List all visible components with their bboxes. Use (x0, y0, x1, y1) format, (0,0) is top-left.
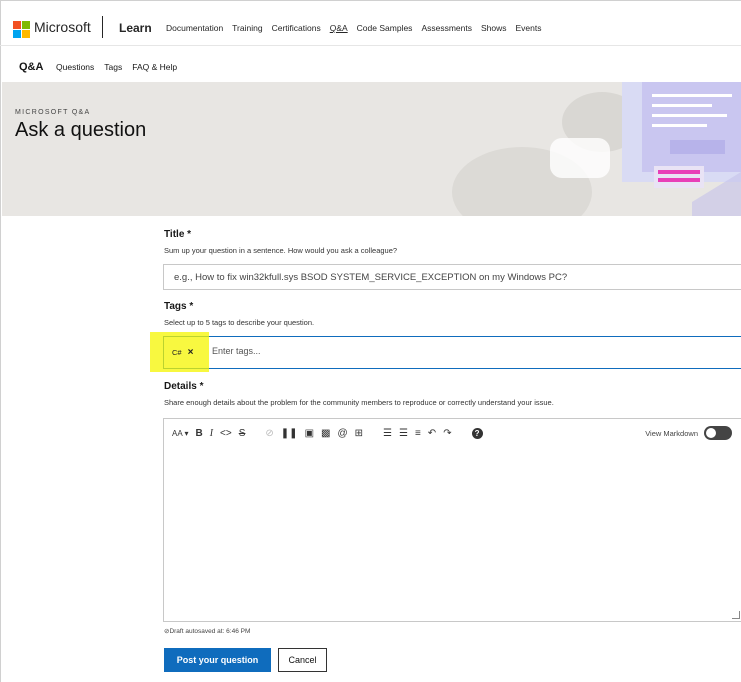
title-hint: Sum up your question in a sentence. How … (164, 246, 398, 255)
view-markdown-label: View Markdown (645, 428, 698, 438)
microsoft-logo-icon[interactable] (13, 21, 30, 38)
draft-status-text: Draft autosaved at: 6:46 PM (169, 628, 251, 635)
nav-code-samples[interactable]: Code Samples (357, 23, 413, 33)
undo-icon[interactable]: ↶ (428, 428, 436, 439)
numbered-list-icon[interactable]: ☰ (383, 428, 392, 439)
hero-banner: MICROSOFT Q&A Ask a question (2, 82, 741, 216)
subnav-links: Questions Tags FAQ & Help (56, 62, 177, 72)
view-markdown-control[interactable]: View Markdown (645, 426, 732, 440)
subnav-questions[interactable]: Questions (56, 62, 94, 72)
redo-icon[interactable]: ↷ (443, 428, 451, 439)
nav-documentation[interactable]: Documentation (166, 23, 223, 33)
tag-remove-icon[interactable]: × (188, 347, 194, 358)
post-question-button[interactable]: Post your question (164, 648, 271, 672)
page-title: Ask a question (15, 119, 147, 141)
tags-label: Tags * (164, 301, 194, 312)
editor-toolbar: AA ▾ B I <> S ⊘ ❚❚ ▣ ▩ @ ⊞ ☰ ☰ ≡ ↶ ↷ ? (172, 428, 483, 439)
code-icon[interactable]: <> (220, 428, 232, 439)
font-size-icon[interactable]: AA ▾ (172, 429, 188, 438)
quote-icon[interactable]: ❚❚ (281, 428, 298, 439)
tags-hint: Select up to 5 tags to describe your que… (164, 318, 315, 327)
top-navigation: Microsoft Learn Documentation Training C… (0, 0, 741, 46)
table-icon[interactable]: ⊞ (355, 428, 363, 439)
cancel-button[interactable]: Cancel (278, 648, 327, 672)
details-editor[interactable]: AA ▾ B I <> S ⊘ ❚❚ ▣ ▩ @ ⊞ ☰ ☰ ≡ ↶ ↷ ? V… (163, 418, 741, 622)
main-nav: Documentation Training Certifications Q&… (166, 23, 542, 33)
tag-chip[interactable]: C# × (172, 344, 193, 360)
title-placeholder: e.g., How to fix win32kfull.sys BSOD SYS… (174, 271, 568, 283)
subnav-title[interactable]: Q&A (19, 61, 43, 73)
details-hint: Share enough details about the problem f… (164, 398, 554, 407)
code-block-icon[interactable]: ▣ (305, 428, 314, 439)
brand-name[interactable]: Microsoft (34, 19, 91, 35)
nav-events[interactable]: Events (516, 23, 542, 33)
nav-qa[interactable]: Q&A (330, 23, 348, 33)
link-icon[interactable]: ⊘ (265, 428, 273, 439)
title-input[interactable]: e.g., How to fix win32kfull.sys BSOD SYS… (163, 264, 741, 290)
title-label: Title * (164, 229, 192, 240)
nav-assessments[interactable]: Assessments (421, 23, 472, 33)
draft-status: ⊘Draft autosaved at: 6:46 PM (164, 627, 250, 635)
bullet-list-icon[interactable]: ☰ (399, 428, 408, 439)
tag-chip-label: C# (172, 347, 182, 357)
image-icon[interactable]: ▩ (321, 428, 330, 439)
nav-training[interactable]: Training (232, 23, 262, 33)
view-markdown-toggle[interactable] (704, 426, 732, 440)
strikethrough-icon[interactable]: S (239, 428, 246, 439)
horizontal-rule-icon[interactable]: ≡ (415, 428, 421, 439)
nav-certifications[interactable]: Certifications (272, 23, 321, 33)
bold-icon[interactable]: B (195, 428, 202, 439)
nav-shows[interactable]: Shows (481, 23, 507, 33)
details-label: Details * (164, 381, 204, 392)
hero-illustration (452, 82, 741, 216)
subnav-tags[interactable]: Tags (104, 62, 122, 72)
help-icon[interactable]: ? (471, 428, 483, 439)
tags-placeholder: Enter tags... (212, 346, 261, 356)
resize-handle-icon[interactable] (732, 611, 740, 619)
subnav-faq[interactable]: FAQ & Help (132, 62, 177, 72)
product-name[interactable]: Learn (119, 21, 152, 35)
brand-divider (102, 16, 103, 38)
mention-icon[interactable]: @ (337, 428, 347, 439)
hero-label: MICROSOFT Q&A (15, 109, 91, 116)
italic-icon[interactable]: I (210, 428, 213, 439)
